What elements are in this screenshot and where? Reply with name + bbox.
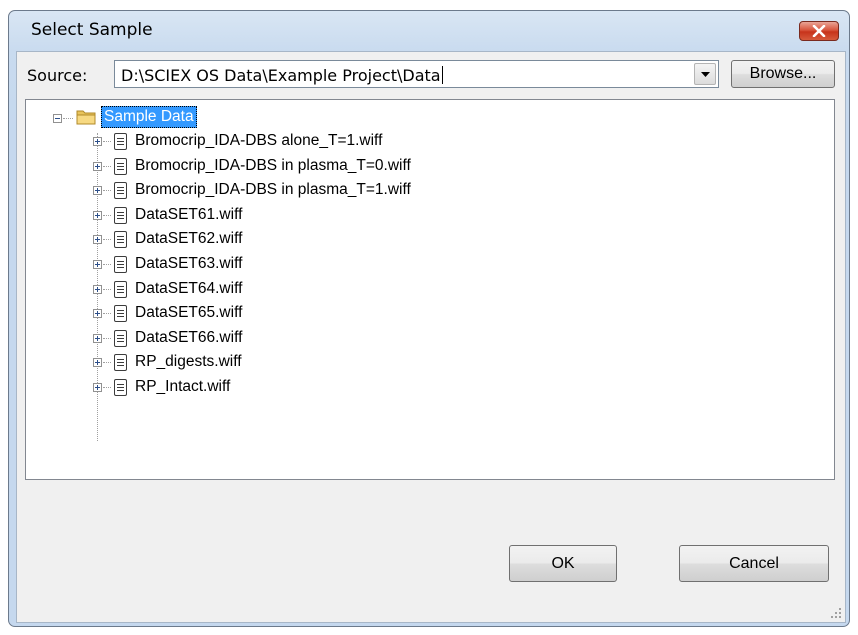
tree-item-label: DataSET66.wiff [135,329,243,346]
document-icon [114,133,127,150]
expand-icon[interactable] [93,211,102,220]
tree-item-label: RP_digests.wiff [135,353,242,370]
expand-icon[interactable] [93,162,102,171]
sample-tree[interactable]: Sample Data Bromocrip_IDA-DBS alone_T=1.… [25,99,835,480]
dialog-title: Select Sample [31,20,153,40]
close-button[interactable] [799,21,839,41]
tree-item-label: Bromocrip_IDA-DBS in plasma_T=0.wiff [135,157,411,174]
tree-item[interactable]: Bromocrip_IDA-DBS in plasma_T=1.wiff [26,178,546,203]
tree-connector [103,264,111,265]
tree-item-label: DataSET63.wiff [135,255,243,272]
document-icon [114,256,127,273]
expand-icon[interactable] [93,309,102,318]
tree-item-label: DataSET61.wiff [135,206,243,223]
tree-connector [63,118,73,119]
tree-item-label: DataSET62.wiff [135,230,243,247]
tree-item-label: Bromocrip_IDA-DBS alone_T=1.wiff [135,132,383,149]
expand-icon[interactable] [93,358,102,367]
text-caret [441,66,443,84]
tree-item[interactable]: RP_Intact.wiff [26,375,546,400]
source-label: Source: [27,66,88,85]
document-icon [114,182,127,199]
tree-item[interactable]: DataSET64.wiff [26,277,546,302]
expand-icon[interactable] [93,235,102,244]
dialog-body: Source: D:\SCIEX OS Data\Example Project… [16,51,846,623]
browse-button[interactable]: Browse... [731,60,835,88]
expand-icon[interactable] [93,383,102,392]
document-icon [114,158,127,175]
tree-item[interactable]: DataSET63.wiff [26,252,546,277]
tree-item[interactable]: Bromocrip_IDA-DBS alone_T=1.wiff [26,129,546,154]
tree-item-label: DataSET64.wiff [135,280,243,297]
tree-item[interactable]: Bromocrip_IDA-DBS in plasma_T=0.wiff [26,154,546,179]
resize-grip-icon[interactable] [830,607,842,619]
tree-connector [103,387,111,388]
tree-item[interactable]: DataSET61.wiff [26,203,546,228]
folder-icon [76,110,96,125]
tree-connector [103,215,111,216]
tree-item-label: RP_Intact.wiff [135,378,231,395]
tree-connector [103,239,111,240]
tree-root-row[interactable]: Sample Data [26,105,286,130]
chevron-down-icon [700,71,710,77]
tree-connector [103,289,111,290]
expand-icon[interactable] [93,334,102,343]
expand-icon[interactable] [93,285,102,294]
close-icon [812,25,826,37]
title-bar[interactable]: Select Sample [9,11,849,47]
expand-icon[interactable] [93,137,102,146]
source-path-value: D:\SCIEX OS Data\Example Project\Data [121,66,441,85]
source-input[interactable]: D:\SCIEX OS Data\Example Project\Data [121,66,443,85]
expand-icon[interactable] [93,260,102,269]
tree-item-label: DataSET65.wiff [135,304,243,321]
document-icon [114,354,127,371]
tree-item[interactable]: RP_digests.wiff [26,350,546,375]
expand-icon[interactable] [93,186,102,195]
select-sample-dialog: Select Sample Source: D:\SCIEX OS Data\E… [8,10,850,627]
ok-button[interactable]: OK [509,545,617,582]
tree-item-label: Bromocrip_IDA-DBS in plasma_T=1.wiff [135,181,411,198]
tree-connector [103,166,111,167]
tree-connector [103,362,111,363]
document-icon [114,305,127,322]
tree-connector [103,190,111,191]
document-icon [114,330,127,347]
tree-item[interactable]: DataSET65.wiff [26,301,546,326]
document-icon [114,281,127,298]
tree-root-label[interactable]: Sample Data [101,106,197,128]
document-icon [114,207,127,224]
tree-item[interactable]: DataSET62.wiff [26,227,546,252]
tree-item[interactable]: DataSET66.wiff [26,326,546,351]
tree-connector [103,338,111,339]
source-dropdown-button[interactable] [694,63,716,85]
cancel-button[interactable]: Cancel [679,545,829,582]
tree-connector [103,141,111,142]
document-icon [114,379,127,396]
document-icon [114,231,127,248]
source-combobox[interactable]: D:\SCIEX OS Data\Example Project\Data [114,60,719,88]
tree-connector [103,313,111,314]
collapse-icon[interactable] [53,114,62,123]
